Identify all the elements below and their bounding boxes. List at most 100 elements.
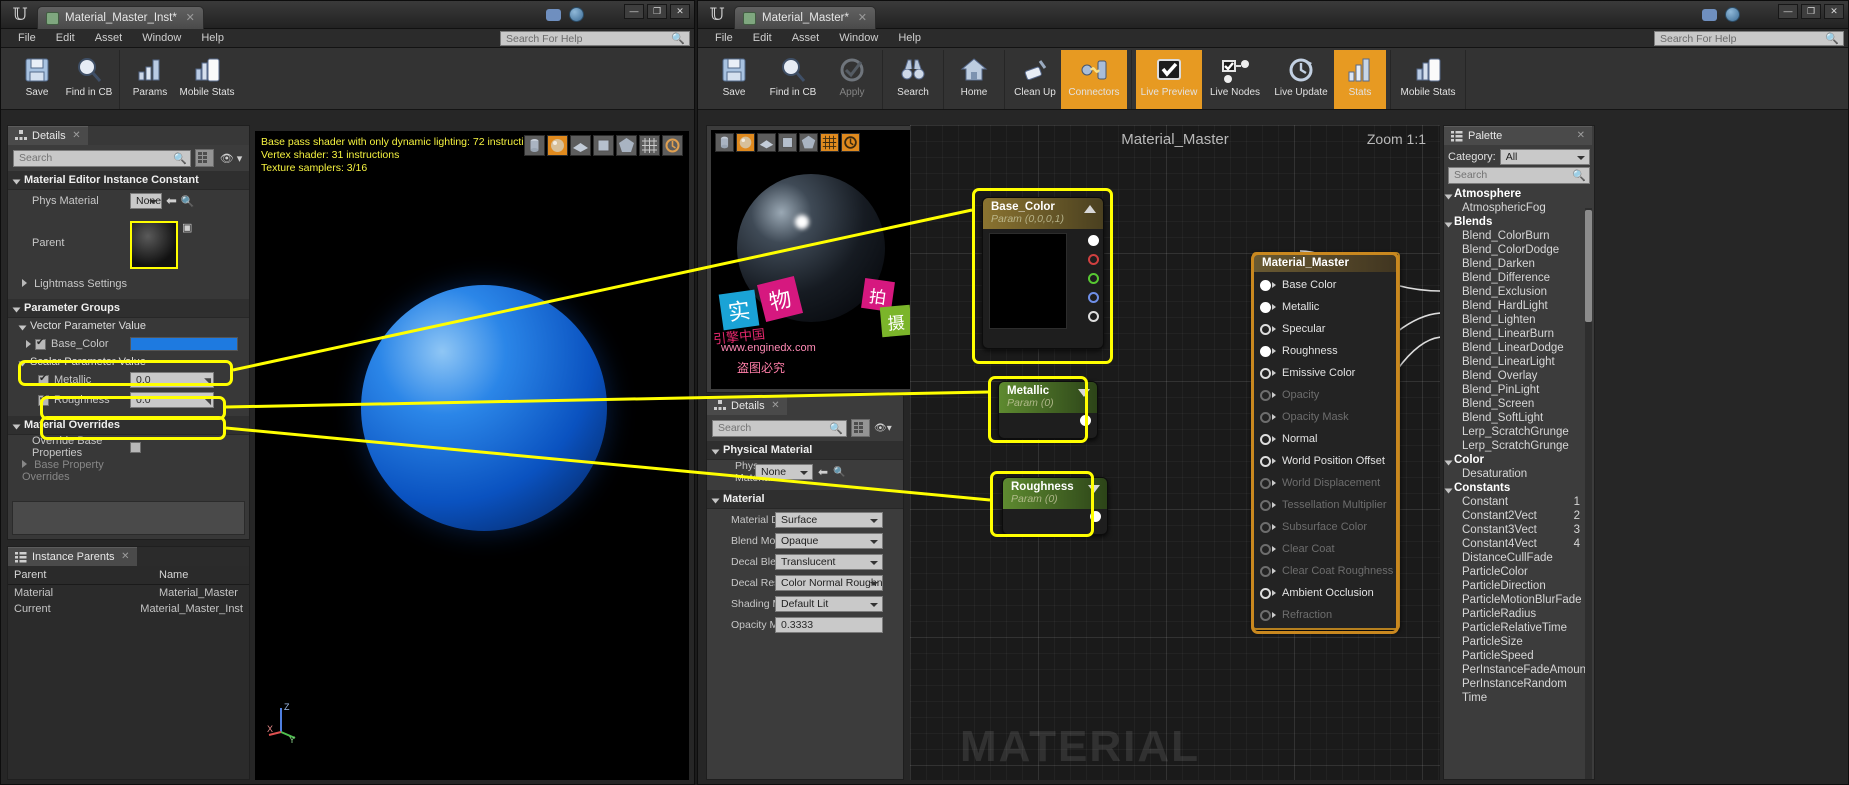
metallic-override-checkbox[interactable] <box>38 375 49 386</box>
find-in-cb-button[interactable]: Find in CB <box>760 50 826 109</box>
pin-icon[interactable] <box>1260 610 1271 621</box>
palette-search-input[interactable]: Search 🔍 <box>1448 167 1590 184</box>
palette-item[interactable]: ParticleRadius <box>1444 607 1594 621</box>
result-pin-opacity-mask[interactable]: Opacity Mask <box>1260 406 1398 428</box>
close-icon[interactable]: ✕ <box>858 11 867 24</box>
tab-details[interactable]: Details ✕ <box>8 126 88 145</box>
menu-window[interactable]: Window <box>133 30 190 46</box>
table-row[interactable]: Current Material_Master_Inst <box>8 601 249 617</box>
palette-item[interactable]: ParticleRelativeTime <box>1444 621 1594 635</box>
connectors-button[interactable]: Connectors <box>1061 50 1127 109</box>
cylinder-icon[interactable] <box>715 133 734 152</box>
minimize-button[interactable]: — <box>1778 4 1798 19</box>
metallic-value-input[interactable]: 0.0 ◥ <box>130 372 214 388</box>
params-button[interactable]: Params <box>124 50 176 109</box>
palette-item[interactable]: Blend_Screen <box>1444 397 1594 411</box>
palette-item[interactable]: DistanceCullFade <box>1444 551 1594 565</box>
palette-item[interactable]: Blend_PinLight <box>1444 383 1594 397</box>
pin-icon[interactable] <box>1260 346 1271 357</box>
property-value-combo[interactable]: Default Lit <box>775 596 883 612</box>
result-pin-refraction[interactable]: Refraction <box>1260 604 1398 626</box>
grid-icon[interactable] <box>639 135 660 156</box>
close-button[interactable]: ✕ <box>670 4 690 19</box>
column-name[interactable]: Name <box>153 566 249 584</box>
result-pin-emissive-color[interactable]: Emissive Color <box>1260 362 1398 384</box>
pin-rgba[interactable] <box>1088 235 1099 246</box>
roughness-override-checkbox[interactable] <box>38 395 49 406</box>
palette-item[interactable]: Constant1 <box>1444 495 1594 509</box>
pin-icon[interactable] <box>1260 412 1271 423</box>
pin-icon[interactable] <box>1260 280 1271 291</box>
palette-item[interactable]: Blend_Lighten <box>1444 313 1594 327</box>
palette-item[interactable]: ParticleMotionBlurFade <box>1444 593 1594 607</box>
pin-icon[interactable] <box>1260 324 1271 335</box>
pin-icon[interactable] <box>1260 368 1271 379</box>
node-header[interactable]: Roughness Param (0) <box>1003 478 1107 509</box>
menu-file[interactable]: File <box>706 30 742 46</box>
details-filter-button[interactable]: 👁▾ <box>874 423 898 434</box>
pin-icon[interactable] <box>1260 390 1271 401</box>
browse-asset-icon[interactable]: 🔍 <box>181 195 195 208</box>
realtime-icon[interactable] <box>841 133 860 152</box>
result-pin-clear-coat-roughness[interactable]: Clear Coat Roughness <box>1260 560 1398 582</box>
live-update-button[interactable]: Live Update <box>1268 50 1334 109</box>
result-pin-normal[interactable]: Normal <box>1260 428 1398 450</box>
feedback-icon[interactable] <box>1702 9 1717 21</box>
pin-icon[interactable] <box>1260 500 1271 511</box>
palette-item[interactable]: Lerp_ScratchGrunge <box>1444 439 1594 453</box>
node-material-result[interactable]: Material_Master Base ColorMetallicSpecul… <box>1252 252 1400 630</box>
palette-category-constants[interactable]: Constants <box>1444 481 1594 495</box>
pin-a[interactable] <box>1088 311 1099 322</box>
pin-icon[interactable] <box>1260 522 1271 533</box>
node-header[interactable]: Base_Color Param (0,0,0,1) <box>983 198 1103 229</box>
drag-handle-icon[interactable]: ◥ <box>204 374 211 388</box>
palette-item[interactable]: PerInstanceFadeAmount <box>1444 663 1594 677</box>
mobile-stats-button[interactable]: Mobile Stats <box>176 50 238 109</box>
live-preview-button[interactable]: Live Preview <box>1136 50 1202 109</box>
material-preview-viewport[interactable]: 实 物 引擎中国 拍 摄 www.enginedx.com 盗图必究 <box>711 130 914 389</box>
palette-item[interactable]: ParticleSize <box>1444 635 1594 649</box>
result-pin-base-color[interactable]: Base Color <box>1260 274 1398 296</box>
menu-help[interactable]: Help <box>192 30 233 46</box>
tab-instance-parents[interactable]: Instance Parents ✕ <box>8 547 137 566</box>
result-pin-clear-coat[interactable]: Clear Coat <box>1260 538 1398 560</box>
left-viewport[interactable]: Base pass shader with only dynamic light… <box>255 131 689 780</box>
pin-icon[interactable] <box>1260 302 1271 313</box>
collapse-arrow-icon[interactable] <box>1084 205 1096 213</box>
property-value-combo[interactable]: Opaque <box>775 533 883 549</box>
palette-item[interactable]: Blend_HardLight <box>1444 299 1594 313</box>
node-roughness[interactable]: Roughness Param (0) <box>1002 477 1108 535</box>
palette-item[interactable]: Blend_Difference <box>1444 271 1594 285</box>
maximize-button[interactable]: ❐ <box>1801 4 1821 19</box>
palette-item[interactable]: Lerp_ScratchGrunge <box>1444 425 1594 439</box>
node-base-color[interactable]: Base_Color Param (0,0,0,1) <box>982 197 1104 349</box>
palette-item[interactable]: Blend_ColorBurn <box>1444 229 1594 243</box>
palette-item[interactable]: Constant2Vect2 <box>1444 509 1594 523</box>
pin-b[interactable] <box>1088 292 1099 303</box>
pin-icon[interactable] <box>1260 588 1271 599</box>
base-color-override-checkbox[interactable] <box>35 339 46 350</box>
close-button[interactable]: ✕ <box>1824 4 1844 19</box>
table-row[interactable]: Material Material_Master <box>8 585 249 601</box>
use-selected-asset-icon[interactable]: ⬅ <box>166 193 177 209</box>
grid-icon[interactable] <box>820 133 839 152</box>
node-metallic[interactable]: Metallic Param (0) <box>998 381 1098 439</box>
menu-asset[interactable]: Asset <box>783 30 829 46</box>
palette-item[interactable]: Blend_SoftLight <box>1444 411 1594 425</box>
chevron-right-icon[interactable] <box>26 340 31 348</box>
palette-item[interactable]: Time <box>1444 691 1594 705</box>
palette-category-blends[interactable]: Blends <box>1444 215 1594 229</box>
group-vector-parameter-value[interactable]: Vector Parameter Value <box>8 318 249 334</box>
base-color-swatch[interactable] <box>130 337 238 351</box>
result-pin-world-displacement[interactable]: World Displacement <box>1260 472 1398 494</box>
palette-list[interactable]: AtmosphereAtmosphericFogBlendsBlend_Colo… <box>1444 187 1594 780</box>
palette-category-combo[interactable]: All <box>1500 149 1590 165</box>
pin-icon[interactable] <box>1260 478 1271 489</box>
home-button[interactable]: Home <box>948 50 1000 109</box>
details-search-input[interactable]: Search 🔍 <box>712 420 847 437</box>
palette-item[interactable]: Blend_LinearLight <box>1444 355 1594 369</box>
close-icon[interactable]: ✕ <box>1577 130 1585 141</box>
result-pin-metallic[interactable]: Metallic <box>1260 296 1398 318</box>
palette-item[interactable]: Blend_LinearDodge <box>1444 341 1594 355</box>
palette-item[interactable]: Constant3Vect3 <box>1444 523 1594 537</box>
